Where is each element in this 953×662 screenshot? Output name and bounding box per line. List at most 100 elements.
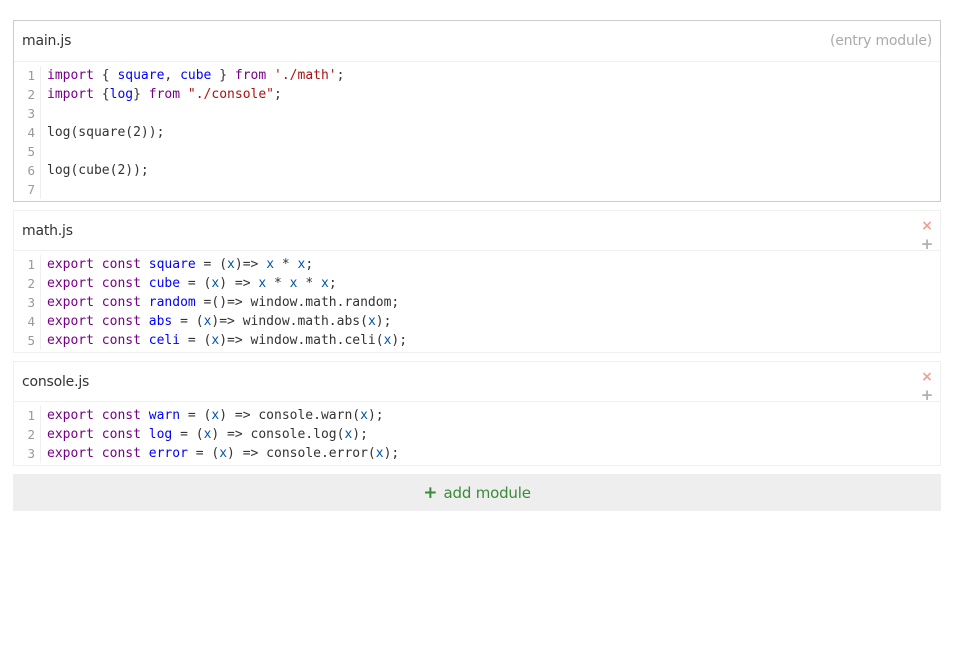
- code-line[interactable]: 2 import {log} from "./console";: [14, 85, 940, 104]
- code-token: ) => console.log(: [211, 427, 345, 442]
- add-module-button[interactable]: + add module: [13, 474, 941, 511]
- module-header: console.js: [14, 362, 940, 402]
- code-line[interactable]: 2 export const log = (x) => console.log(x…: [14, 425, 940, 444]
- code-token: export: [47, 257, 94, 272]
- code-token: import: [47, 68, 94, 83]
- code-editor[interactable]: 1 import { square, cube } from './math'; 2…: [14, 62, 940, 201]
- code-token: import: [47, 87, 94, 102]
- code-text: log(square(2));: [41, 123, 164, 142]
- module-header: main.js (entry module): [14, 21, 940, 62]
- code-line[interactable]: 1 export const warn = (x) => console.warn…: [14, 406, 940, 425]
- add-after-icon[interactable]: +: [920, 386, 934, 404]
- code-line[interactable]: 1 export const square = (x)=> x * x;: [14, 255, 940, 274]
- code-token: export: [47, 295, 94, 310]
- code-token: export: [47, 333, 94, 348]
- code-token: =()=> window.math.random;: [195, 295, 400, 310]
- code-token: }: [133, 87, 149, 102]
- line-number: 2: [14, 85, 41, 104]
- code-line[interactable]: 3: [14, 104, 940, 123]
- code-token: = (: [187, 446, 220, 461]
- code-token: x: [289, 276, 298, 291]
- code-token: ;: [328, 276, 337, 291]
- code-token: const: [101, 257, 141, 272]
- code-line[interactable]: 5 export const celi = (x)=> window.math.c…: [14, 331, 940, 350]
- code-line[interactable]: 3 export const error = (x) => console.err…: [14, 444, 940, 463]
- remove-module-icon[interactable]: ×: [920, 368, 934, 386]
- code-token: cube: [180, 68, 212, 83]
- code-line[interactable]: 7: [14, 180, 940, 199]
- code-token: }: [211, 68, 235, 83]
- code-token: x: [258, 276, 267, 291]
- code-token: const: [101, 427, 141, 442]
- code-token: *: [297, 276, 321, 291]
- code-token: const: [101, 314, 141, 329]
- code-text: import { square, cube } from './math';: [41, 66, 344, 85]
- plus-icon: +: [423, 482, 438, 503]
- code-line[interactable]: 5: [14, 142, 940, 161]
- module-name[interactable]: main.js: [22, 33, 71, 49]
- code-token: "./console": [187, 87, 274, 102]
- module-name[interactable]: console.js: [22, 374, 89, 390]
- code-token: from: [148, 87, 181, 102]
- add-after-icon[interactable]: +: [920, 235, 934, 253]
- code-line[interactable]: 4 export const abs = (x)=> window.math.ab…: [14, 312, 940, 331]
- code-text: log(cube(2));: [41, 161, 149, 180]
- code-line[interactable]: 6 log(cube(2));: [14, 161, 940, 180]
- code-token: {: [93, 87, 110, 102]
- code-token: )=>: [234, 257, 267, 272]
- code-token: warn: [148, 408, 181, 423]
- line-number: 6: [14, 161, 41, 180]
- code-editor[interactable]: 1 export const warn = (x) => console.warn…: [14, 402, 940, 465]
- code-text: export const warn = (x) => console.warn(…: [41, 406, 384, 425]
- code-text: export const abs = (x)=> window.math.abs…: [41, 312, 391, 331]
- module-main: main.js (entry module) 1 import { square,…: [13, 20, 941, 202]
- code-token: export: [47, 408, 94, 423]
- code-token: cube: [148, 276, 181, 291]
- code-token: celi: [148, 333, 181, 348]
- code-token: const: [101, 333, 141, 348]
- code-token: );: [391, 333, 408, 348]
- code-line[interactable]: 4 log(square(2));: [14, 123, 940, 142]
- add-module-label: add module: [443, 483, 531, 502]
- line-number: 3: [14, 293, 41, 312]
- line-number: 3: [14, 444, 41, 463]
- remove-module-icon[interactable]: ×: [920, 217, 934, 235]
- code-token: )=> window.math.celi(: [219, 333, 384, 348]
- code-token: './math': [274, 68, 337, 83]
- code-token: log(cube(2));: [47, 163, 149, 178]
- code-token: export: [47, 446, 94, 461]
- code-text: export const error = (x) => console.erro…: [41, 444, 399, 463]
- code-token: const: [101, 295, 141, 310]
- code-line[interactable]: 3 export const random =()=> window.math.r…: [14, 293, 940, 312]
- code-text: export const square = (x)=> x * x;: [41, 255, 313, 274]
- module-name[interactable]: math.js: [22, 223, 73, 239]
- code-token: ;: [336, 68, 345, 83]
- module-list: main.js (entry module) 1 import { square,…: [13, 20, 941, 511]
- line-number: 1: [14, 255, 41, 274]
- code-token: log(square(2));: [47, 125, 165, 140]
- code-token: x: [219, 446, 228, 461]
- code-token: error: [148, 446, 188, 461]
- code-line[interactable]: 2 export const cube = (x) => x * x * x;: [14, 274, 940, 293]
- line-number: 5: [14, 142, 41, 161]
- code-token: ;: [274, 87, 282, 102]
- code-token: x: [227, 257, 235, 272]
- code-editor[interactable]: 1 export const square = (x)=> x * x; 2 expo…: [14, 251, 940, 352]
- code-line[interactable]: 1 import { square, cube } from './math';: [14, 66, 940, 85]
- code-token: );: [375, 314, 392, 329]
- code-token: ) => console.warn(: [219, 408, 361, 423]
